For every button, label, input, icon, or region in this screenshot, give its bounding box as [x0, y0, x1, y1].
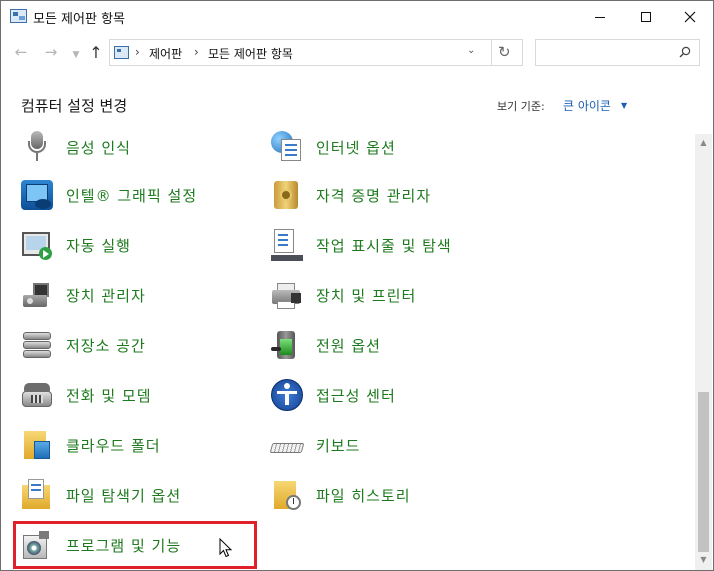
- item-speech-recognition[interactable]: 음성 인식: [21, 127, 131, 167]
- accessibility-icon: [271, 379, 303, 411]
- close-icon: [684, 11, 696, 23]
- view-by-dropdown[interactable]: 큰 아이콘: [563, 97, 611, 114]
- forward-button[interactable]: →: [40, 41, 62, 63]
- view-by-label: 보기 기준:: [497, 100, 545, 113]
- control-panel-icon: [114, 46, 129, 59]
- item-label: 파일 히스토리: [316, 486, 411, 505]
- vertical-scrollbar[interactable]: ▲ ▼: [695, 134, 712, 570]
- printer-icon: [271, 279, 303, 311]
- item-label: 키보드: [316, 436, 361, 455]
- address-bar[interactable]: › 제어판 › 모든 제어판 항목: [109, 39, 523, 66]
- back-button[interactable]: ←: [10, 41, 32, 63]
- mouse-cursor-icon: [219, 538, 233, 558]
- chevron-right-icon: ›: [135, 45, 140, 59]
- item-label: 자동 실행: [66, 236, 131, 255]
- item-intel-graphics[interactable]: 인텔® 그래픽 설정: [21, 175, 197, 215]
- intel-graphics-icon: [21, 179, 53, 211]
- item-devices-printers[interactable]: 장치 및 프린터: [271, 275, 416, 315]
- item-label: 파일 탐색기 옵션: [66, 486, 182, 505]
- close-button[interactable]: [667, 1, 713, 33]
- item-label: 클라우드 폴더: [66, 436, 161, 455]
- item-label: 저장소 공간: [66, 336, 146, 355]
- scroll-down-icon[interactable]: ▼: [695, 555, 712, 564]
- folder-options-icon: [21, 479, 53, 511]
- search-icon: [679, 46, 691, 58]
- minimize-button[interactable]: [577, 1, 623, 33]
- file-history-icon: [271, 479, 303, 511]
- item-label: 장치 및 프린터: [316, 286, 417, 305]
- storage-drives-icon: [21, 329, 53, 361]
- minimize-icon: [595, 16, 605, 18]
- telephone-icon: [21, 379, 53, 411]
- item-credential-manager[interactable]: 자격 증명 관리자: [271, 175, 431, 215]
- scrollbar-thumb[interactable]: [698, 392, 709, 552]
- item-device-manager[interactable]: 장치 관리자: [21, 275, 146, 315]
- taskbar-checklist-icon: [271, 229, 303, 261]
- chevron-right-icon[interactable]: ›: [194, 45, 199, 59]
- item-label: 작업 표시줄 및 탐색: [316, 236, 452, 255]
- item-ease-of-access[interactable]: 접근성 센터: [271, 375, 396, 415]
- breadcrumb-control-panel[interactable]: 제어판: [149, 45, 182, 62]
- item-taskbar-navigation[interactable]: 작업 표시줄 및 탐색: [271, 225, 452, 265]
- item-file-history[interactable]: 파일 히스토리: [271, 475, 411, 515]
- caret-down-icon[interactable]: ▼: [621, 101, 627, 110]
- control-panel-items: 음성 인식 인터넷 옵션 인텔® 그래픽 설정 자격 증명 관리자 자동 실행 …: [1, 119, 695, 571]
- control-panel-window: 모든 제어판 항목 ← → ▼ ↑ › 제어판 › 모든 제어판 항목 ⌄ ↻ …: [0, 0, 714, 571]
- item-label: 접근성 센터: [316, 386, 396, 405]
- address-dropdown-button[interactable]: ⌄: [467, 45, 475, 56]
- item-keyboard[interactable]: 키보드: [269, 425, 361, 465]
- item-autoplay[interactable]: 자동 실행: [21, 225, 131, 265]
- item-label: 전화 및 모뎀: [66, 386, 152, 405]
- window-title: 모든 제어판 항목: [33, 12, 125, 27]
- item-label: 음성 인식: [66, 138, 131, 157]
- refresh-button[interactable]: ↻: [498, 43, 511, 61]
- page-title: 컴퓨터 설정 변경: [21, 97, 128, 115]
- address-divider: [491, 40, 492, 65]
- item-work-folders[interactable]: 클라우드 폴더: [21, 425, 161, 465]
- scroll-up-icon[interactable]: ▲: [695, 138, 712, 147]
- battery-power-icon: [271, 329, 303, 361]
- microphone-icon: [21, 131, 53, 163]
- item-internet-options[interactable]: 인터넷 옵션: [271, 127, 396, 167]
- recent-locations-button[interactable]: ▼: [65, 44, 87, 66]
- up-button[interactable]: ↑: [85, 41, 107, 63]
- item-file-explorer-options[interactable]: 파일 탐색기 옵션: [21, 475, 181, 515]
- item-label: 장치 관리자: [66, 286, 146, 305]
- autoplay-icon: [21, 229, 53, 261]
- item-storage-spaces[interactable]: 저장소 공간: [21, 325, 146, 365]
- device-manager-icon: [21, 279, 53, 311]
- title-bar: 모든 제어판 항목: [1, 1, 713, 33]
- credential-vault-icon: [271, 179, 303, 211]
- item-label: 인텔® 그래픽 설정: [66, 186, 198, 205]
- item-label: 전원 옵션: [316, 336, 381, 355]
- breadcrumb-all-items[interactable]: 모든 제어판 항목: [208, 45, 293, 62]
- control-panel-icon: [10, 9, 27, 23]
- item-label: 인터넷 옵션: [316, 138, 396, 157]
- item-phone-modem[interactable]: 전화 및 모뎀: [21, 375, 152, 415]
- keyboard-icon: [269, 429, 305, 461]
- item-label: 자격 증명 관리자: [316, 186, 432, 205]
- item-power-options[interactable]: 전원 옵션: [271, 325, 381, 365]
- maximize-icon: [641, 12, 651, 22]
- search-input[interactable]: [535, 39, 700, 66]
- work-folders-icon: [21, 429, 53, 461]
- maximize-button[interactable]: [623, 1, 669, 33]
- globe-checklist-icon: [271, 131, 303, 163]
